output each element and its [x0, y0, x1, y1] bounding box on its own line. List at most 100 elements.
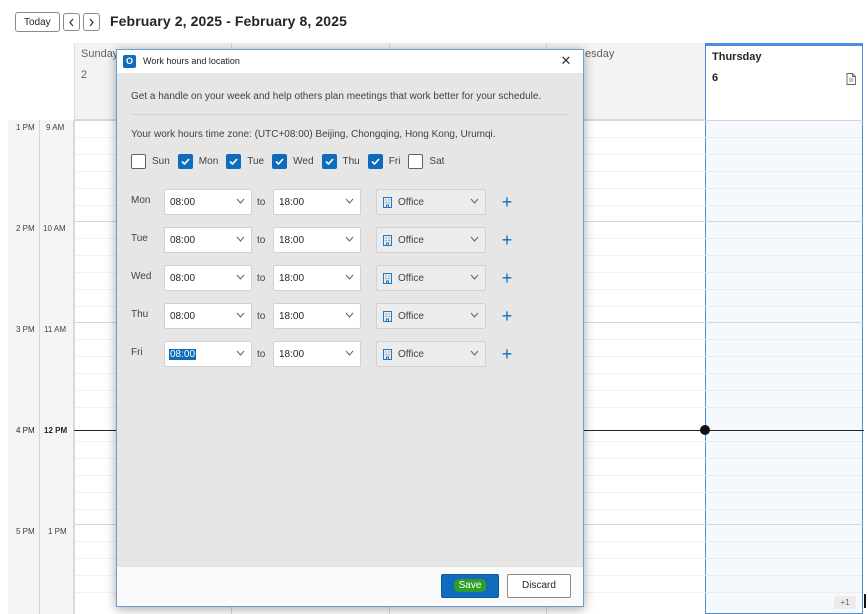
add-hours-button[interactable]: + [500, 268, 514, 288]
start-time-select[interactable]: 08:00 [164, 189, 252, 215]
time-label-secondary: 10 AM [43, 224, 66, 233]
location-select[interactable]: Office [376, 189, 486, 215]
more-events-badge[interactable]: +1 [834, 596, 856, 609]
location-select[interactable]: Office [376, 303, 486, 329]
location-select[interactable]: Office [376, 341, 486, 367]
chevron-down-icon [470, 274, 479, 280]
to-label: to [257, 349, 266, 360]
end-time-value: 18:00 [279, 311, 305, 322]
building-icon [383, 197, 392, 208]
current-time-dot [700, 425, 710, 435]
day-column-thursday-today[interactable]: Thursday 6 [705, 43, 863, 614]
checkbox-sun[interactable]: Sun [131, 154, 170, 169]
time-label-secondary: 12 PM [44, 426, 68, 435]
start-time-value: 08:00 [170, 197, 196, 208]
chevron-down-icon [345, 274, 354, 280]
start-time-value: 08:00 [170, 273, 196, 284]
chevron-down-icon [236, 274, 245, 280]
start-time-select[interactable]: 08:00 [164, 227, 252, 253]
checkmark-icon[interactable] [177, 154, 193, 169]
chevron-down-icon [236, 312, 245, 318]
checkmark-icon[interactable] [321, 154, 337, 169]
chevron-right-icon[interactable] [82, 13, 100, 31]
timezone-text: Your work hours time zone: (UTC+08:00) B… [131, 129, 496, 140]
end-time-select[interactable]: 18:00 [273, 265, 361, 291]
to-label: to [257, 197, 266, 208]
location-value: Office [398, 311, 424, 322]
time-label-primary: 3 PM [16, 325, 35, 334]
checkbox-label: Sun [152, 156, 170, 167]
time-gutter-divider [39, 120, 40, 614]
checkbox-thu[interactable]: Thu [321, 154, 360, 169]
row-day-label: Mon [131, 195, 151, 206]
checkbox-mon[interactable]: Mon [177, 154, 219, 169]
to-label: to [257, 235, 266, 246]
checkbox-wed[interactable]: Wed [272, 154, 314, 169]
chevron-down-icon [470, 350, 479, 356]
start-time-value: 08:00 [170, 311, 196, 322]
checkbox-tue[interactable]: Tue [226, 154, 264, 169]
text-cursor [864, 594, 866, 608]
end-time-select[interactable]: 18:00 [273, 303, 361, 329]
day-header: Thursday 6 [706, 44, 862, 121]
day-name: Sunday [81, 48, 119, 60]
checkmark-icon[interactable] [226, 154, 242, 169]
checkbox-label: Wed [293, 156, 314, 167]
end-time-select[interactable]: 18:00 [273, 341, 361, 367]
to-label: to [257, 273, 266, 284]
checkmark-icon[interactable] [367, 154, 383, 169]
today-button[interactable]: Today [15, 12, 60, 32]
end-time-select[interactable]: 18:00 [273, 227, 361, 253]
building-icon [383, 273, 392, 284]
document-icon[interactable] [846, 73, 856, 85]
location-value: Office [398, 235, 424, 246]
save-button[interactable]: Save [441, 574, 499, 598]
time-label-secondary: 11 AM [44, 325, 67, 334]
checkmark-icon[interactable] [272, 154, 288, 169]
start-time-select[interactable]: 08:00 [164, 341, 252, 367]
close-icon[interactable]: ✕ [557, 52, 575, 70]
date-range-title: February 2, 2025 - February 8, 2025 [110, 13, 347, 29]
day-number: 6 [712, 72, 719, 84]
time-label-primary: 4 PM [16, 426, 35, 435]
checkbox-label: Mon [198, 156, 219, 167]
checkbox-label: Sat [429, 156, 445, 167]
dialog-titlebar: O Work hours and location ✕ [117, 50, 583, 73]
chevron-down-icon [345, 236, 354, 242]
end-time-select[interactable]: 18:00 [273, 189, 361, 215]
discard-button[interactable]: Discard [507, 574, 571, 598]
start-time-value[interactable]: 08:00 [169, 349, 197, 360]
add-hours-button[interactable]: + [500, 192, 514, 212]
location-value: Office [398, 273, 424, 284]
add-hours-button[interactable]: + [500, 230, 514, 250]
location-select[interactable]: Office [376, 265, 486, 291]
chevron-left-icon[interactable] [62, 13, 80, 31]
checkbox-box[interactable] [131, 154, 146, 169]
hours-row-tue: Tue 08:00 to 18:00 Office + [131, 227, 551, 253]
start-time-select[interactable]: 08:00 [164, 265, 252, 291]
checkbox-label: Thu [342, 156, 360, 167]
chevron-down-icon [470, 236, 479, 242]
checkbox-sat[interactable]: Sat [408, 154, 444, 169]
checkbox-box[interactable] [408, 154, 424, 169]
row-day-label: Fri [131, 347, 143, 358]
checkbox-fri[interactable]: Fri [367, 154, 400, 169]
day-number: 2 [81, 69, 88, 81]
start-time-select[interactable]: 08:00 [164, 303, 252, 329]
hours-row-wed: Wed 08:00 to 18:00 Office + [131, 265, 551, 291]
add-hours-button[interactable]: + [500, 306, 514, 326]
to-label: to [257, 311, 266, 322]
chevron-down-icon [236, 350, 245, 356]
day-name: esday [585, 48, 615, 60]
chevron-down-icon [236, 198, 245, 204]
location-value: Office [398, 197, 424, 208]
dialog-footer: Save Discard [117, 566, 583, 606]
dialog-intro: Get a handle on your week and help other… [131, 91, 542, 102]
building-icon [383, 349, 392, 360]
chevron-down-icon [236, 236, 245, 242]
time-label-primary: 2 PM [16, 224, 35, 233]
add-hours-button[interactable]: + [500, 344, 514, 364]
location-select[interactable]: Office [376, 227, 486, 253]
chevron-down-icon [345, 350, 354, 356]
time-label-primary: 1 PM [16, 123, 35, 132]
